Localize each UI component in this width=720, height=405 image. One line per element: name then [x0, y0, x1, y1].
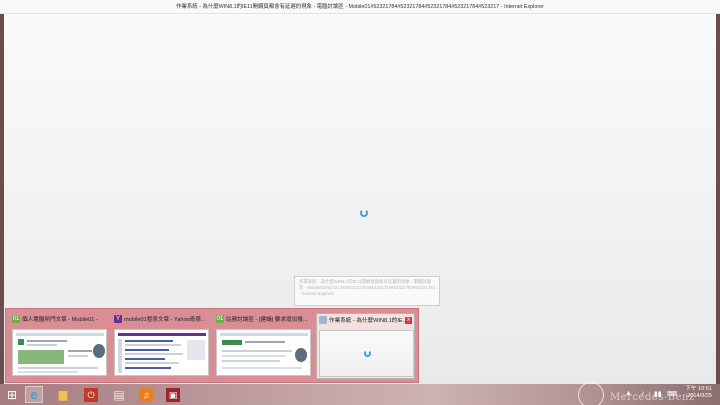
thumbnail-tab-3[interactable]: 01 站務討論區 - [建議] 要求增加搜... — [214, 313, 313, 379]
thumbnail-preview — [319, 330, 414, 377]
taskbar-thumbnail-panel: 01 個人電腦熱門文章 - Mobile01 - Y mobile01發表文章 … — [5, 308, 419, 383]
mercedes-star-icon — [578, 382, 604, 405]
thumbnail-preview — [114, 329, 209, 376]
taskbar-music-button[interactable]: ♫ — [137, 386, 155, 403]
power-icon: ⏻ — [84, 387, 98, 402]
ie-page-icon — [319, 316, 327, 324]
music-icon: ♫ — [139, 387, 153, 402]
taskbar-explorer-button[interactable]: ▆ — [54, 386, 72, 403]
taskbar-news-button[interactable]: ▣ — [164, 386, 182, 403]
thumbnail-tab-2[interactable]: Y mobile01發表文章 - Yahoo奇摩... — [112, 313, 211, 379]
taskbar-tooltip: 作業系統 - 為什麼WIN8.1的IE11開網頁都會有延遲的現象 - 電腦討論區… — [294, 276, 440, 306]
thumbnail-tab-1[interactable]: 01 個人電腦熱門文章 - Mobile01 - — [10, 313, 109, 379]
internet-explorer-icon: e — [30, 387, 38, 402]
taskbar-ie-button[interactable]: e — [25, 386, 43, 403]
start-button[interactable]: ⊞ — [3, 386, 21, 403]
thumbnail-label: 作業系統 - 為什麼WIN8.1的IE... — [329, 318, 405, 324]
thumbnail-label: mobile01發表文章 - Yahoo奇摩... — [124, 317, 206, 323]
file-explorer-icon: ▆ — [58, 389, 68, 401]
loading-spinner-icon — [360, 209, 368, 217]
thumbnail-label: 站務討論區 - [建議] 要求增加搜... — [226, 317, 308, 323]
thumbnail-preview — [12, 329, 107, 376]
mobile01-icon: 01 — [216, 315, 224, 323]
close-icon[interactable]: x — [405, 316, 412, 324]
window-title: 作業系統 - 為什麼WIN8.1的IE11開網頁都會有延遲的現象 - 電腦討論區… — [0, 0, 720, 14]
taskbar-power-button[interactable]: ⏻ — [82, 386, 100, 403]
windows-logo-icon: ⊞ — [6, 387, 18, 402]
notepad-icon: ▤ — [113, 387, 125, 402]
loading-spinner-icon — [364, 350, 371, 357]
news-icon: ▣ — [166, 387, 180, 402]
wallpaper-brand: Mercedes-Benz — [610, 392, 695, 403]
mobile01-icon: 01 — [12, 315, 20, 323]
taskbar-notepad-button[interactable]: ▤ — [110, 386, 128, 403]
thumbnail-tab-4-active[interactable]: 作業系統 - 為什麼WIN8.1的IE... x — [316, 313, 415, 379]
yahoo-icon: Y — [114, 315, 122, 323]
thumbnail-label: 個人電腦熱門文章 - Mobile01 - — [22, 317, 98, 323]
thumbnail-preview — [216, 329, 311, 376]
